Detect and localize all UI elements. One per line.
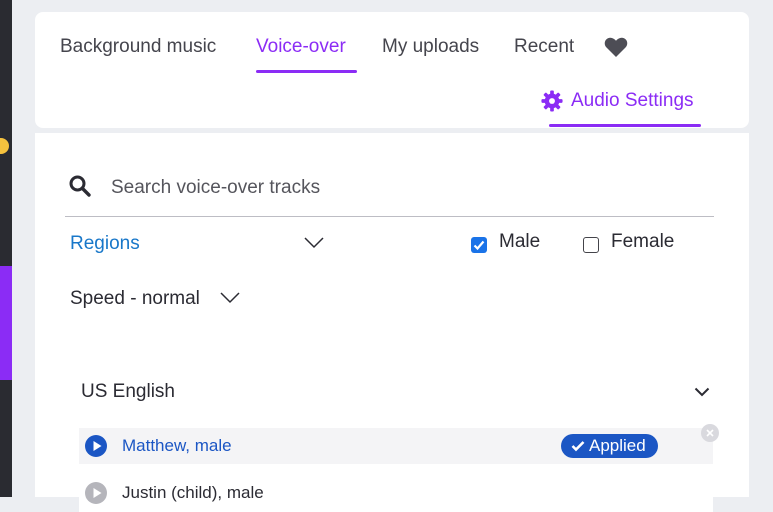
chevron-down-icon[interactable] [694, 387, 710, 397]
checkmark-icon [571, 441, 585, 452]
chevron-down-icon[interactable] [304, 237, 324, 249]
female-checkbox[interactable] [583, 237, 599, 253]
tab-my-uploads[interactable]: My uploads [382, 36, 479, 58]
gear-icon [541, 90, 563, 112]
audio-settings-tab[interactable]: Audio Settings [541, 90, 694, 112]
play-icon[interactable] [85, 435, 107, 457]
left-sidebar-active-indicator [0, 266, 12, 380]
audio-tabs-card: Background music Voice-over My uploads R… [35, 12, 749, 128]
track-name[interactable]: Matthew, male [122, 436, 232, 456]
search-icon [69, 175, 91, 197]
speed-dropdown-label[interactable]: Speed - normal [70, 288, 200, 310]
heart-icon[interactable] [603, 36, 629, 58]
applied-label: Applied [589, 436, 646, 455]
checkmark-icon [473, 240, 485, 251]
regions-dropdown-label[interactable]: Regions [70, 233, 140, 255]
female-label: Female [611, 231, 675, 252]
tab-voice-over[interactable]: Voice-over [256, 36, 346, 58]
tab-recent[interactable]: Recent [514, 36, 574, 58]
male-label: Male [499, 231, 541, 252]
play-icon[interactable] [85, 482, 107, 504]
track-row[interactable]: Matthew, male Applied [79, 428, 713, 464]
search-bar [65, 169, 714, 217]
active-tab-underline [256, 70, 357, 73]
voice-over-panel: Regions Male Female Speed - normal US En… [35, 133, 749, 512]
track-name[interactable]: Justin (child), male [122, 483, 264, 503]
applied-badge: Applied [561, 434, 658, 458]
left-sidebar-strip [0, 0, 12, 497]
chevron-down-icon[interactable] [220, 292, 240, 304]
track-row[interactable]: Justin (child), male [79, 476, 713, 512]
audio-settings-underline [549, 124, 701, 127]
language-group-title: US English [81, 381, 175, 402]
male-checkbox[interactable] [471, 237, 487, 253]
close-icon[interactable] [701, 424, 719, 442]
tab-background-music[interactable]: Background music [60, 36, 216, 58]
search-input[interactable] [111, 173, 671, 203]
audio-settings-label: Audio Settings [571, 90, 694, 111]
